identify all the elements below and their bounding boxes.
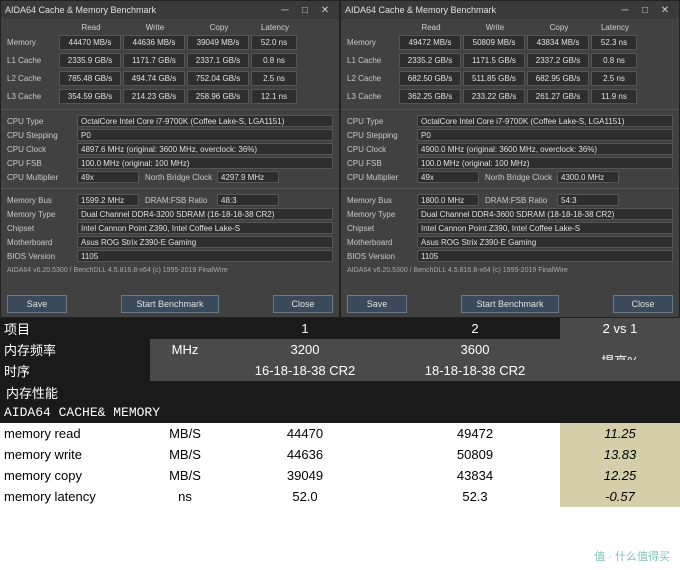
titlebar[interactable]: AIDA64 Cache & Memory Benchmark ─ □ ✕ bbox=[341, 1, 679, 19]
table-row: memory copyMB/S390494383412.25 bbox=[0, 465, 680, 486]
motherboard: Asus ROG Strix Z390-E Gaming bbox=[77, 236, 333, 248]
benchmark-panel-0: AIDA64 Cache & Memory Benchmark ─ □ ✕ Re… bbox=[0, 0, 340, 318]
latency-cell[interactable]: 0.8 ns bbox=[251, 53, 297, 68]
write-cell[interactable]: 233.22 GB/s bbox=[463, 89, 525, 104]
start-benchmark-button[interactable]: Start Benchmark bbox=[121, 295, 218, 313]
read-cell[interactable]: 354.59 GB/s bbox=[59, 89, 121, 104]
read-cell[interactable]: 682.50 GB/s bbox=[399, 71, 461, 86]
read-cell[interactable]: 362.25 GB/s bbox=[399, 89, 461, 104]
chipset: Intel Cannon Point Z390, Intel Coffee La… bbox=[417, 222, 673, 234]
dram-fsb: 48:3 bbox=[217, 194, 279, 206]
cache-row: L3 Cache362.25 GB/s233.22 GB/s261.27 GB/… bbox=[347, 89, 673, 104]
minimize-icon[interactable]: ─ bbox=[275, 3, 295, 17]
bios-version: 1105 bbox=[417, 250, 673, 262]
table-row: memory latencyns52.052.3-0.57 bbox=[0, 486, 680, 507]
copy-cell[interactable]: 261.27 GB/s bbox=[527, 89, 589, 104]
read-cell[interactable]: 785.48 GB/s bbox=[59, 71, 121, 86]
cache-row: Memory44470 MB/s44636 MB/s39049 MB/s52.0… bbox=[7, 35, 333, 50]
cpu-clock: 4900.0 MHz (original: 3600 MHz, overcloc… bbox=[417, 143, 673, 155]
cache-row: L2 Cache682.50 GB/s511.85 GB/s682.95 GB/… bbox=[347, 71, 673, 86]
write-cell[interactable]: 214.23 GB/s bbox=[123, 89, 185, 104]
cache-row: L1 Cache2335.9 GB/s1171.7 GB/s2337.1 GB/… bbox=[7, 53, 333, 68]
latency-cell[interactable]: 52.3 ns bbox=[591, 35, 637, 50]
save-button[interactable]: Save bbox=[347, 295, 407, 313]
copy-cell[interactable]: 43834 MB/s bbox=[527, 35, 589, 50]
window-title: AIDA64 Cache & Memory Benchmark bbox=[345, 5, 496, 15]
latency-cell[interactable]: 2.5 ns bbox=[251, 71, 297, 86]
perf-section: 内存性能 bbox=[0, 381, 680, 402]
write-cell[interactable]: 1171.5 GB/s bbox=[463, 53, 525, 68]
mem-type: Dual Channel DDR4-3200 SDRAM (16-18-18-3… bbox=[77, 208, 333, 220]
start-benchmark-button[interactable]: Start Benchmark bbox=[461, 295, 558, 313]
cpu-mult: 49x bbox=[417, 171, 479, 183]
save-button[interactable]: Save bbox=[7, 295, 67, 313]
cpu-clock: 4897.6 MHz (original: 3600 MHz, overcloc… bbox=[77, 143, 333, 155]
footer-text: AIDA64 v6.20.5300 / BenchDLL 4.5.816.8-x… bbox=[341, 265, 679, 276]
close-button[interactable]: Close bbox=[613, 295, 673, 313]
chipset: Intel Cannon Point Z390, Intel Coffee La… bbox=[77, 222, 333, 234]
cache-row: L1 Cache2335.2 GB/s1171.5 GB/s2337.2 GB/… bbox=[347, 53, 673, 68]
window-title: AIDA64 Cache & Memory Benchmark bbox=[5, 5, 156, 15]
mem-type: Dual Channel DDR4-3600 SDRAM (18-18-18-3… bbox=[417, 208, 673, 220]
cpu-type: OctalCore Intel Core i7-9700K (Coffee La… bbox=[77, 115, 333, 127]
write-cell[interactable]: 1171.7 GB/s bbox=[123, 53, 185, 68]
latency-cell[interactable]: 52.0 ns bbox=[251, 35, 297, 50]
write-cell[interactable]: 50809 MB/s bbox=[463, 35, 525, 50]
mem-bus: 1800.0 MHz bbox=[417, 194, 479, 206]
close-icon[interactable]: ✕ bbox=[315, 3, 335, 17]
dram-fsb: 54:3 bbox=[557, 194, 619, 206]
minimize-icon[interactable]: ─ bbox=[615, 3, 635, 17]
mem-bus: 1599.2 MHz bbox=[77, 194, 139, 206]
cache-row: L3 Cache354.59 GB/s214.23 GB/s258.96 GB/… bbox=[7, 89, 333, 104]
watermark: 值 · 什么值得买 bbox=[594, 548, 670, 564]
write-cell[interactable]: 44636 MB/s bbox=[123, 35, 185, 50]
copy-cell[interactable]: 2337.1 GB/s bbox=[187, 53, 249, 68]
write-cell[interactable]: 511.85 GB/s bbox=[463, 71, 525, 86]
table-row: memory readMB/S444704947211.25 bbox=[0, 423, 680, 444]
copy-cell[interactable]: 682.95 GB/s bbox=[527, 71, 589, 86]
cache-row: L2 Cache785.48 GB/s494.74 GB/s752.04 GB/… bbox=[7, 71, 333, 86]
bios-version: 1105 bbox=[77, 250, 333, 262]
close-icon[interactable]: ✕ bbox=[655, 3, 675, 17]
cpu-fsb: 100.0 MHz (original: 100 MHz) bbox=[417, 157, 673, 169]
copy-cell[interactable]: 2337.2 GB/s bbox=[527, 53, 589, 68]
read-cell[interactable]: 2335.9 GB/s bbox=[59, 53, 121, 68]
copy-cell[interactable]: 258.96 GB/s bbox=[187, 89, 249, 104]
read-cell[interactable]: 44470 MB/s bbox=[59, 35, 121, 50]
latency-cell[interactable]: 11.9 ns bbox=[591, 89, 637, 104]
latency-cell[interactable]: 2.5 ns bbox=[591, 71, 637, 86]
close-button[interactable]: Close bbox=[273, 295, 333, 313]
footer-text: AIDA64 v6.20.5300 / BenchDLL 4.5.816.8-x… bbox=[1, 265, 339, 276]
copy-cell[interactable]: 39049 MB/s bbox=[187, 35, 249, 50]
table-row: memory writeMB/S446365080913.83 bbox=[0, 444, 680, 465]
latency-cell[interactable]: 12.1 ns bbox=[251, 89, 297, 104]
write-cell[interactable]: 494.74 GB/s bbox=[123, 71, 185, 86]
cpu-fsb: 100.0 MHz (original: 100 MHz) bbox=[77, 157, 333, 169]
read-cell[interactable]: 49472 MB/s bbox=[399, 35, 461, 50]
titlebar[interactable]: AIDA64 Cache & Memory Benchmark ─ □ ✕ bbox=[1, 1, 339, 19]
cpu-type: OctalCore Intel Core i7-9700K (Coffee La… bbox=[417, 115, 673, 127]
cpu-stepping: P0 bbox=[77, 129, 333, 141]
motherboard: Asus ROG Strix Z390-E Gaming bbox=[417, 236, 673, 248]
read-cell[interactable]: 2335.2 GB/s bbox=[399, 53, 461, 68]
maximize-icon[interactable]: □ bbox=[295, 3, 315, 17]
copy-cell[interactable]: 752.04 GB/s bbox=[187, 71, 249, 86]
cpu-mult: 49x bbox=[77, 171, 139, 183]
cpu-stepping: P0 bbox=[417, 129, 673, 141]
benchmark-panel-1: AIDA64 Cache & Memory Benchmark ─ □ ✕ Re… bbox=[340, 0, 680, 318]
cache-row: Memory49472 MB/s50809 MB/s43834 MB/s52.3… bbox=[347, 35, 673, 50]
latency-cell[interactable]: 0.8 ns bbox=[591, 53, 637, 68]
nb-clock: 4300.0 MHz bbox=[557, 171, 619, 183]
maximize-icon[interactable]: □ bbox=[635, 3, 655, 17]
nb-clock: 4297.9 MHz bbox=[217, 171, 279, 183]
